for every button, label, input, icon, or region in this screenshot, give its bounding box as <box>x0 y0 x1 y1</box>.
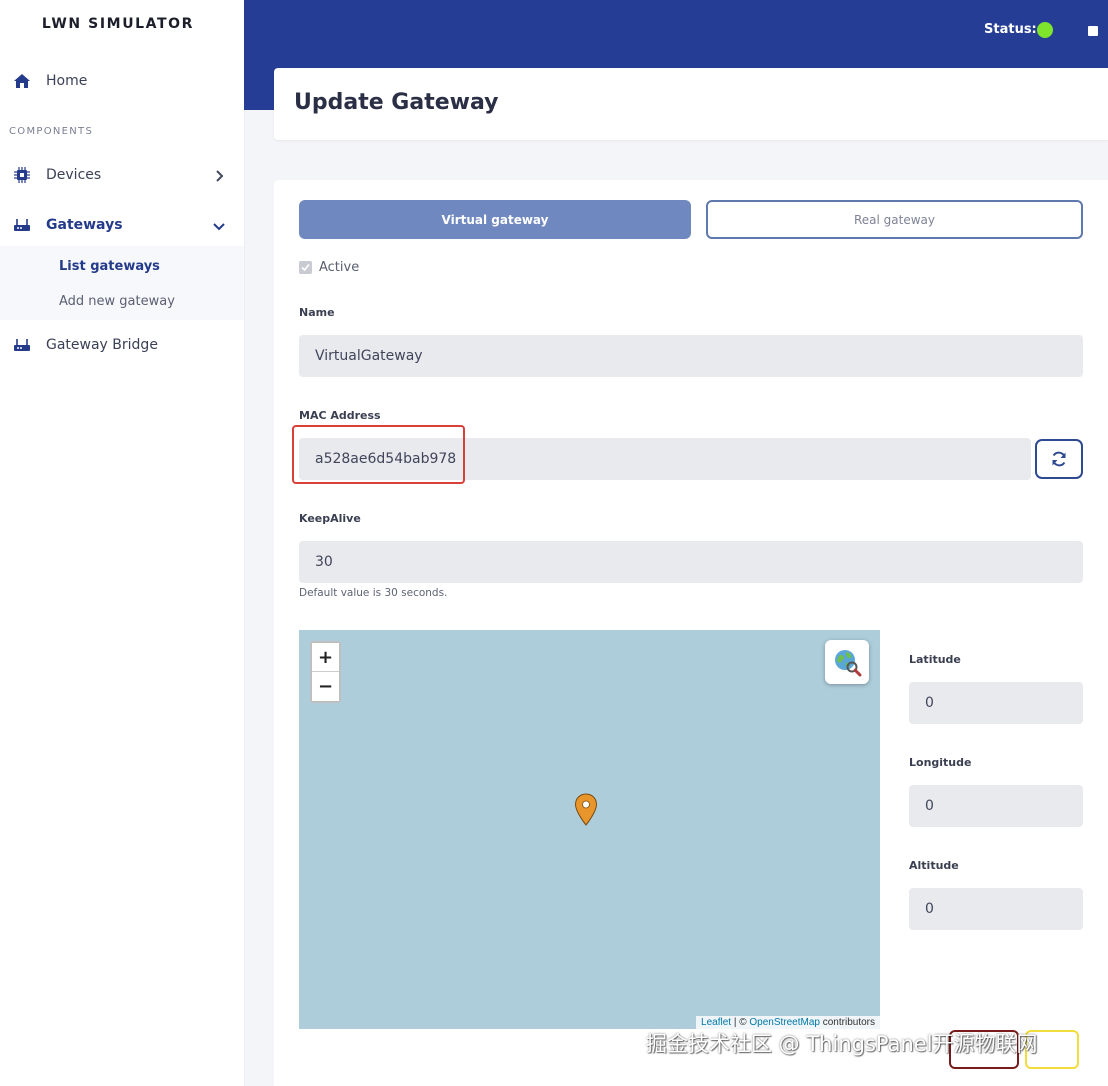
zoom-in-button[interactable]: + <box>312 643 339 672</box>
leaflet-link[interactable]: Leaflet <box>701 1017 731 1028</box>
page-title: Update Gateway <box>294 90 499 115</box>
altitude-label: Altitude <box>909 859 959 872</box>
title-card: Update Gateway <box>274 68 1108 140</box>
location-marker-icon[interactable] <box>574 793 598 826</box>
active-label: Active <box>319 260 360 275</box>
chip-icon <box>13 166 31 184</box>
sidebar-subitem-list-gateways[interactable]: List gateways <box>59 259 160 274</box>
status-indicator <box>1037 22 1053 38</box>
mac-address-input[interactable] <box>299 438 1031 480</box>
keepalive-input[interactable] <box>299 541 1083 583</box>
geosearch-button[interactable] <box>825 640 869 684</box>
name-input[interactable] <box>299 335 1083 377</box>
gateways-submenu: List gateways Add new gateway <box>0 246 244 320</box>
gateway-form: Virtual gateway Real gateway Active Name… <box>274 180 1108 1086</box>
sidebar-item-home[interactable]: Home <box>0 63 244 99</box>
sidebar-item-label: Gateway Bridge <box>46 337 158 353</box>
map-attribution: Leaflet | © OpenStreetMap contributors <box>696 1016 880 1029</box>
keepalive-hint: Default value is 30 seconds. <box>299 587 448 599</box>
keepalive-label: KeepAlive <box>299 512 361 525</box>
location-map[interactable]: + − Leaflet | © OpenStreetMap contributo… <box>299 630 880 1029</box>
longitude-input[interactable] <box>909 785 1083 827</box>
altitude-input[interactable] <box>909 888 1083 930</box>
zoom-out-button[interactable]: − <box>312 672 339 701</box>
name-label: Name <box>299 306 335 319</box>
brand-title: LWN SIMULATOR <box>41 16 195 32</box>
sidebar: LWN SIMULATOR Home COMPONENTS Devices Ga… <box>0 0 245 1086</box>
chevron-down-icon <box>212 218 226 232</box>
home-icon <box>13 72 31 90</box>
sidebar-item-label: Devices <box>46 167 102 183</box>
attribution-tail: contributors <box>819 1017 875 1028</box>
active-checkbox[interactable] <box>299 261 312 274</box>
real-gateway-tab[interactable]: Real gateway <box>706 200 1083 239</box>
osm-link[interactable]: OpenStreetMap <box>749 1017 820 1028</box>
router-icon <box>13 336 31 354</box>
secondary-button[interactable] <box>1025 1030 1079 1069</box>
check-icon <box>301 263 310 272</box>
longitude-label: Longitude <box>909 756 972 769</box>
sidebar-item-devices[interactable]: Devices <box>0 157 244 193</box>
latitude-label: Latitude <box>909 653 961 666</box>
attribution-separator: | © <box>731 1017 750 1028</box>
virtual-gateway-tab[interactable]: Virtual gateway <box>299 200 691 239</box>
sidebar-subitem-add-gateway[interactable]: Add new gateway <box>59 294 175 309</box>
menu-square-icon[interactable] <box>1088 26 1098 36</box>
chevron-right-icon <box>212 168 226 182</box>
submit-button[interactable] <box>949 1030 1019 1069</box>
status-label: Status: <box>984 22 1037 37</box>
sidebar-item-label: Gateways <box>46 217 123 233</box>
globe-search-icon <box>835 650 862 677</box>
sidebar-item-label: Home <box>46 73 88 89</box>
regenerate-mac-button[interactable] <box>1035 439 1083 479</box>
mac-address-label: MAC Address <box>299 409 381 422</box>
refresh-icon <box>1052 451 1066 467</box>
section-title: COMPONENTS <box>9 126 94 137</box>
sidebar-item-gateways[interactable]: Gateways <box>0 207 244 243</box>
sidebar-item-gateway-bridge[interactable]: Gateway Bridge <box>0 327 244 363</box>
router-icon <box>13 216 31 234</box>
latitude-input[interactable] <box>909 682 1083 724</box>
map-zoom-control: + − <box>310 641 341 703</box>
